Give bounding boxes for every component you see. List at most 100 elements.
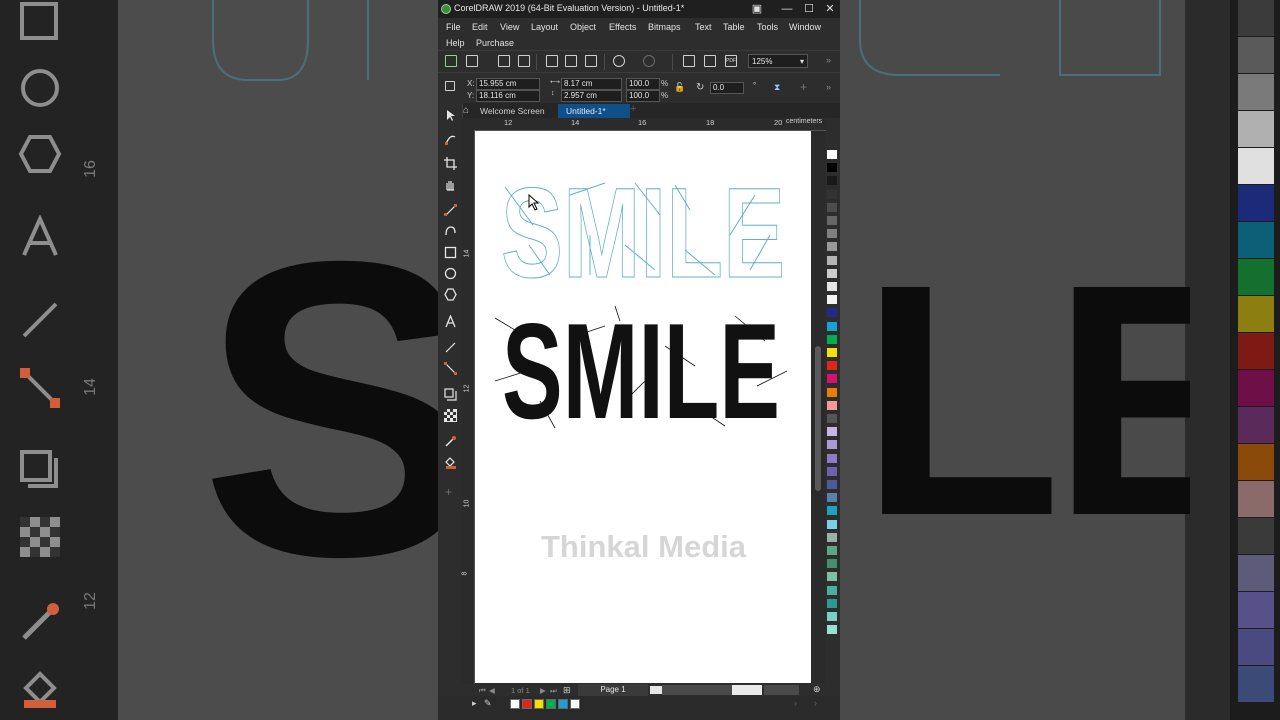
crop-tool-icon[interactable] [444, 157, 457, 170]
palette-swatch[interactable] [827, 440, 837, 450]
horizontal-scrollbar[interactable] [662, 685, 732, 695]
eyedropper-icon[interactable]: ✎ [484, 698, 492, 709]
page-1-tab[interactable]: Page 1 [578, 684, 648, 696]
palette-swatch[interactable] [827, 268, 837, 278]
menu-help[interactable]: Help [446, 38, 465, 48]
palette-swatch[interactable] [827, 387, 837, 397]
overflow-icon[interactable]: » [826, 82, 831, 92]
account-icon[interactable]: ▣ [748, 1, 766, 17]
prev-page-icon[interactable]: ◀ [489, 686, 495, 695]
drop-shadow-icon[interactable] [444, 388, 457, 401]
palette-swatch[interactable] [827, 334, 837, 344]
palette-swatch[interactable] [827, 282, 837, 291]
palette-swatch[interactable] [827, 493, 837, 503]
palette-swatch[interactable] [827, 202, 837, 212]
menu-tools[interactable]: Tools [757, 22, 778, 32]
tab-welcome-screen[interactable]: Welcome Screen [472, 104, 553, 118]
palette-swatch[interactable] [827, 308, 837, 318]
palette-swatch[interactable] [827, 321, 837, 331]
palette-swatch[interactable] [827, 519, 837, 529]
document-swatch[interactable] [570, 699, 580, 709]
publish-pdf-icon[interactable]: PDF [725, 55, 737, 67]
add-page-icon[interactable]: ⊞ [563, 685, 571, 696]
palette-swatch[interactable] [827, 546, 837, 555]
menu-edit[interactable]: Edit [472, 22, 488, 32]
ellipse-tool-icon[interactable] [444, 267, 457, 280]
shape-tool-icon[interactable] [444, 133, 457, 146]
palette-swatch[interactable] [827, 216, 837, 225]
maximize-button[interactable]: ☐ [800, 1, 818, 17]
menu-text[interactable]: Text [695, 22, 712, 32]
horizontal-scrollbar-thumb[interactable] [732, 685, 762, 695]
document-swatch[interactable] [546, 699, 556, 709]
next-page-icon[interactable]: ▶ [540, 686, 546, 695]
pick-tool-icon[interactable] [444, 109, 457, 122]
palette-swatch[interactable] [827, 163, 837, 173]
open-icon[interactable] [466, 55, 478, 67]
scale-x-field[interactable]: 100.0 [626, 78, 660, 90]
drawing-canvas[interactable]: SMILE SMILE Thinkal Media [475, 131, 823, 683]
menu-view[interactable]: View [500, 22, 519, 32]
rectangle-tool-icon[interactable] [444, 246, 457, 259]
freehand-tool-icon[interactable] [444, 204, 457, 217]
palette-swatch[interactable] [827, 480, 837, 489]
zoom-level-select[interactable]: 125% ▾ [748, 54, 808, 68]
overflow-icon[interactable]: » [826, 55, 831, 65]
palette-swatch[interactable] [827, 427, 837, 437]
menu-layout[interactable]: Layout [531, 22, 558, 32]
menu-file[interactable]: File [446, 22, 461, 32]
palette-swatch[interactable] [827, 572, 837, 582]
document-swatch[interactable] [558, 699, 568, 709]
palette-swatch[interactable] [827, 453, 837, 463]
pan-tool-icon[interactable] [444, 178, 457, 191]
palette-arrow-icon[interactable]: ▸ [472, 698, 477, 709]
scrollbar-thumb[interactable] [815, 346, 821, 491]
menu-window[interactable]: Window [789, 22, 821, 32]
export-icon[interactable] [704, 55, 716, 67]
redo-icon[interactable] [643, 55, 655, 67]
text-tool-icon[interactable] [444, 315, 457, 328]
height-field[interactable]: 2.957 cm [561, 90, 622, 102]
new-tab-icon[interactable]: + [630, 103, 636, 115]
scale-y-field[interactable]: 100.0 [626, 90, 660, 102]
scrollbar-track[interactable] [764, 685, 799, 695]
connector-tool-icon[interactable] [444, 362, 457, 375]
palette-swatch[interactable] [827, 150, 837, 159]
rotation-field[interactable]: 0.0 [710, 82, 744, 94]
outline-smile-text[interactable]: SMILE [495, 175, 791, 285]
menu-effects[interactable]: Effects [609, 22, 636, 32]
add-icon[interactable]: + [800, 80, 807, 94]
save-icon[interactable] [498, 55, 510, 67]
palette-swatch[interactable] [827, 255, 837, 265]
mirror-icon[interactable]: ⧗ [774, 82, 780, 93]
menu-table[interactable]: Table [723, 22, 745, 32]
palette-swatch[interactable] [827, 466, 837, 476]
paste-icon[interactable] [585, 55, 597, 67]
add-tool-icon[interactable]: + [445, 485, 452, 499]
document-swatch[interactable] [522, 699, 532, 709]
print-icon[interactable] [518, 55, 530, 67]
palette-swatch[interactable] [827, 361, 837, 371]
palette-swatch[interactable] [827, 374, 837, 384]
palette-swatch[interactable] [827, 242, 837, 252]
no-fill-swatch[interactable] [510, 699, 520, 709]
menu-bitmaps[interactable]: Bitmaps [648, 22, 681, 32]
solid-smile-text[interactable]: SMILE [495, 306, 795, 431]
palette-swatch[interactable] [827, 532, 837, 542]
home-icon[interactable]: ⌂ [463, 105, 469, 116]
palette-swatch[interactable] [827, 559, 837, 569]
copy-icon[interactable] [565, 55, 577, 67]
palette-scroll-icon[interactable]: › [794, 698, 797, 708]
object-origin-icon[interactable] [445, 81, 455, 91]
palette-swatch[interactable] [827, 598, 837, 608]
tab-untitled-1[interactable]: Untitled-1* [558, 104, 630, 118]
palette-swatch[interactable] [827, 612, 837, 621]
menu-object[interactable]: Object [570, 22, 596, 32]
eyedropper-tool-icon[interactable] [444, 435, 457, 448]
menu-purchase[interactable]: Purchase [476, 38, 514, 48]
width-field[interactable]: 8.17 cm [561, 78, 622, 90]
undo-icon[interactable] [613, 55, 625, 67]
lock-ratio-icon[interactable]: 🔓 [674, 82, 685, 93]
y-position-field[interactable]: 18.116 cm [476, 90, 540, 102]
palette-swatch[interactable] [827, 414, 837, 423]
